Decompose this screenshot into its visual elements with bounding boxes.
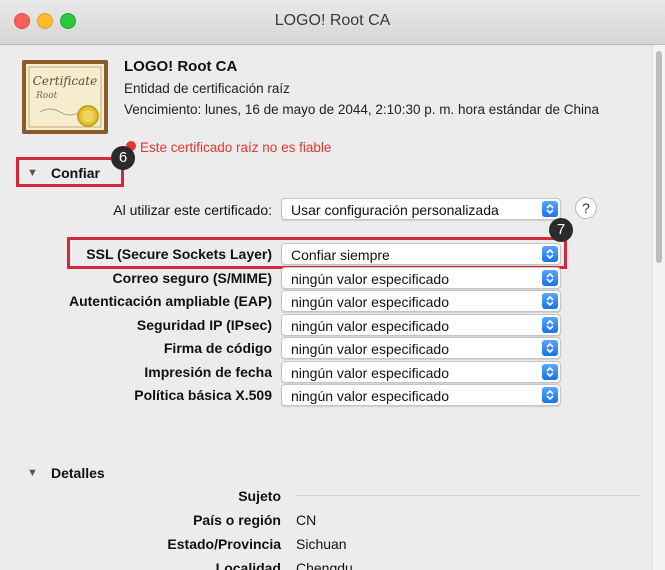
when-using-select[interactable]: Usar configuración personalizada [281, 198, 561, 220]
trust-policy-label: Seguridad IP (IPsec) [136, 316, 272, 333]
popup-arrows-icon [542, 269, 558, 286]
trust-policy-value: ningún valor especificado [291, 294, 449, 310]
scrollbar-thumb[interactable] [656, 51, 662, 263]
certificate-icon: Certificate Root [22, 60, 108, 134]
trust-policy-value: Confiar siempre [291, 247, 390, 263]
detail-field-value: CN [296, 512, 317, 528]
subject-heading: Sujeto [238, 488, 281, 504]
trust-policy-select[interactable]: Confiar siempre [281, 243, 561, 265]
popup-arrows-icon [542, 293, 558, 309]
certificate-icon-subtext: Root [36, 91, 58, 101]
popup-arrows-icon [542, 246, 558, 262]
trust-policy-label: Autenticación ampliable (EAP) [68, 293, 272, 309]
trust-policy-value: ningún valor especificado [291, 317, 449, 334]
certificate-window: LOGO! Root CA Certificate Root LOGO! Roo… [0, 0, 665, 570]
detail-field-label: País o región [193, 512, 281, 528]
trust-policy-value: ningún valor especificado [291, 364, 449, 381]
details-disclosure-triangle[interactable]: ▼ [27, 467, 38, 479]
trust-policy-value: ningún valor especificado [291, 270, 449, 287]
subject-divider [295, 495, 640, 496]
trust-policy-select[interactable]: ningún valor especificado [281, 313, 561, 336]
trust-policy-label: Política básica X.509 [134, 387, 272, 403]
popup-arrows-icon [542, 201, 558, 217]
annotation-marker-7: 7 [549, 218, 573, 242]
trust-policy-select[interactable]: ningún valor especificado [281, 337, 561, 359]
detail-field-value: Sichuan [296, 536, 347, 552]
trust-policy-select[interactable]: ningún valor especificado [281, 360, 561, 383]
window-title: LOGO! Root CA [274, 12, 391, 29]
title-bar: LOGO! Root CA [0, 0, 665, 45]
popup-arrows-icon [542, 340, 558, 356]
help-button[interactable]: ? [575, 197, 597, 219]
trust-policy-value: ningún valor especificado [291, 388, 449, 404]
trust-policy-label: Impresión de fecha [144, 363, 272, 380]
trust-policy-label: SSL (Secure Sockets Layer) [86, 246, 272, 262]
details-section-title[interactable]: Detalles [51, 465, 105, 481]
trust-policy-select[interactable]: ningún valor especificado [281, 290, 561, 312]
trust-policy-label: Firma de código [163, 340, 272, 356]
detail-field-label: Localidad [215, 560, 281, 570]
trust-policy-value: ningún valor especificado [291, 341, 449, 357]
certificate-icon-text: Certificate [32, 74, 98, 88]
popup-arrows-icon [542, 363, 558, 380]
when-using-value: Usar configuración personalizada [291, 202, 499, 218]
certificate-expiry: Vencimiento: lunes, 16 de mayo de 2044, … [124, 102, 600, 117]
certificate-type: Entidad de certificación raíz [124, 81, 290, 96]
certificate-status: Este certificado raíz no es fiable [140, 140, 332, 155]
certificate-name: LOGO! Root CA [124, 58, 238, 75]
annotation-marker-6: 6 [111, 146, 135, 170]
detail-field-label: Estado/Provincia [167, 536, 281, 552]
trust-section-title[interactable]: Confiar [51, 165, 100, 181]
popup-arrows-icon [542, 316, 558, 333]
popup-arrows-icon [542, 387, 558, 403]
trust-disclosure-triangle[interactable]: ▼ [27, 167, 38, 179]
when-using-label: Al utilizar este certificado: [113, 202, 272, 218]
trust-policy-label: Correo seguro (S/MIME) [112, 269, 272, 286]
vertical-scrollbar[interactable] [652, 45, 665, 570]
trust-policy-select[interactable]: ningún valor especificado [281, 384, 561, 406]
trust-policy-select[interactable]: ningún valor especificado [281, 266, 561, 289]
detail-field-value: Chengdu [296, 560, 353, 570]
